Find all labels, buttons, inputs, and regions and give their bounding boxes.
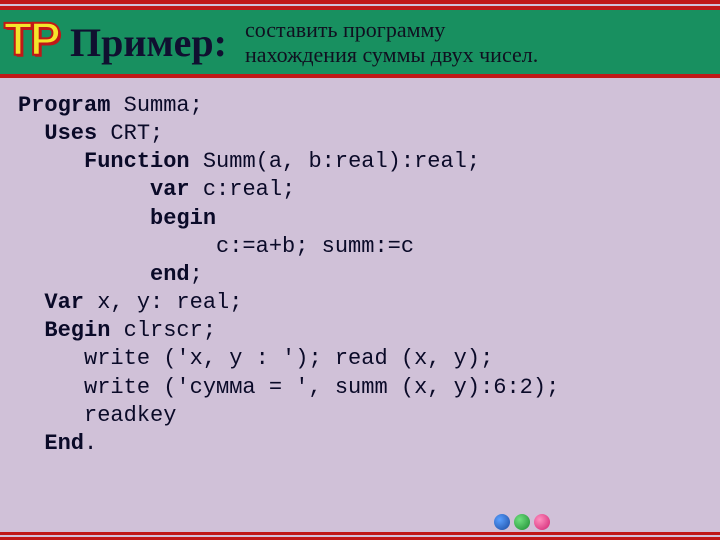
- kw-end: End: [18, 431, 84, 456]
- tp-logo: T P: [4, 16, 64, 68]
- subtitle-line-2: нахождения суммы двух чисел.: [245, 42, 538, 67]
- dot-icon: [514, 514, 530, 530]
- kw-var: var: [18, 177, 190, 202]
- code-text: write ('сумма = ', summ (x, y):6:2);: [18, 375, 559, 400]
- kw-begin: Begin: [18, 318, 110, 343]
- header-band: T P Пример: составить программу нахожден…: [0, 6, 720, 78]
- logo-letter-t: T: [4, 16, 32, 62]
- kw-program: Program: [18, 93, 110, 118]
- code-text: Summ(a, b:real):real;: [190, 149, 480, 174]
- code-text: write ('x, y : '); read (x, y);: [18, 346, 493, 371]
- slide-subtitle: составить программу нахождения суммы дву…: [245, 17, 538, 68]
- logo-letter-p: P: [30, 16, 61, 62]
- bottom-rule: [0, 532, 720, 535]
- kw-end: end: [18, 262, 190, 287]
- kw-begin: begin: [18, 206, 216, 231]
- code-text: readkey: [18, 403, 176, 428]
- dot-icon: [494, 514, 510, 530]
- dot-icon: [534, 514, 550, 530]
- code-text: x, y: real;: [84, 290, 242, 315]
- code-text: ;: [190, 262, 203, 287]
- kw-uses: Uses: [18, 121, 97, 146]
- code-block: Program Summa; Uses CRT; Function Summ(a…: [0, 78, 720, 458]
- kw-function: Function: [18, 149, 190, 174]
- code-text: Summa;: [110, 93, 202, 118]
- subtitle-line-1: составить программу: [245, 17, 538, 42]
- top-rule: [0, 0, 720, 4]
- slide-title: Пример:: [70, 19, 227, 66]
- code-text: CRT;: [97, 121, 163, 146]
- kw-var: Var: [18, 290, 84, 315]
- code-text: c:real;: [190, 177, 296, 202]
- decorative-dots: [494, 514, 550, 530]
- code-text: .: [84, 431, 97, 456]
- code-text: c:=a+b; summ:=c: [18, 234, 414, 259]
- code-text: clrscr;: [110, 318, 216, 343]
